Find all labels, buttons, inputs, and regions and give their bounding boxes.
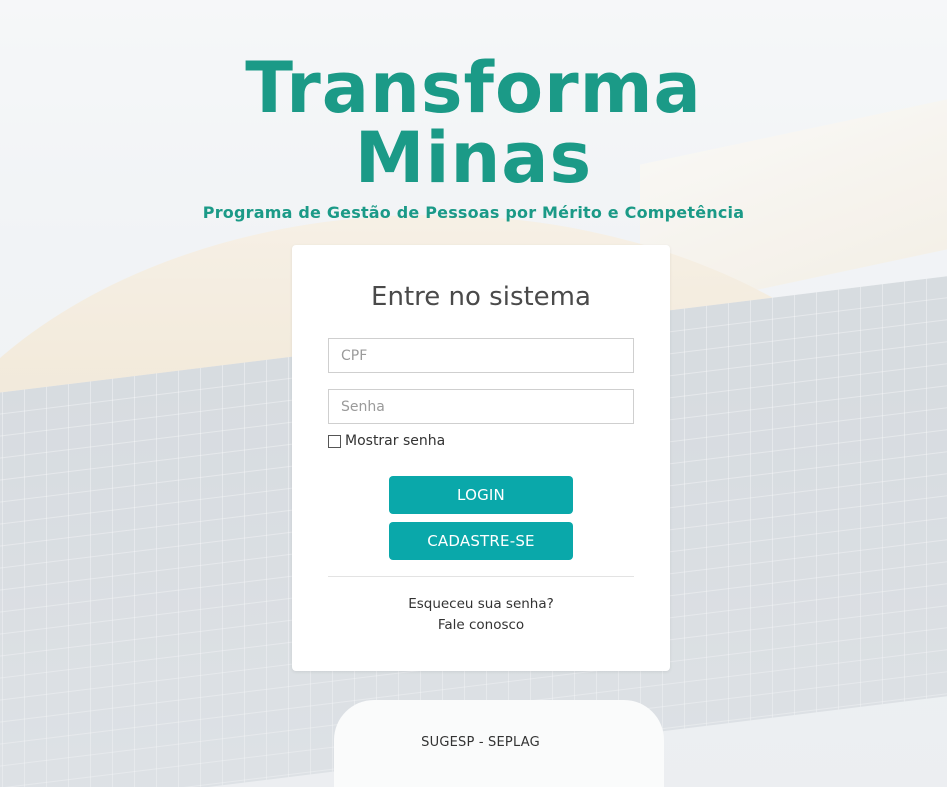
contact-link[interactable]: Fale conosco: [292, 617, 670, 633]
cpf-input[interactable]: [328, 338, 634, 373]
password-input[interactable]: [328, 389, 634, 424]
show-password-toggle[interactable]: Mostrar senha: [328, 433, 445, 449]
show-password-label: Mostrar senha: [345, 433, 446, 449]
brand-tagline: Programa de Gestão de Pessoas por Mérito…: [202, 203, 745, 222]
footer-text: SUGESP - SEPLAG: [421, 735, 540, 750]
register-button[interactable]: CADASTRE-SE: [389, 522, 573, 560]
card-divider: [328, 576, 634, 577]
show-password-checkbox[interactable]: [328, 434, 341, 448]
login-title: Entre no sistema: [371, 282, 591, 312]
brand-title-line1: Transforma: [245, 47, 702, 129]
brand-title-line2: Minas: [354, 117, 593, 199]
login-button[interactable]: LOGIN: [389, 476, 573, 514]
login-card: Entre no sistema Mostrar senha LOGIN CAD…: [292, 245, 670, 671]
forgot-password-link[interactable]: Esqueceu sua senha?: [292, 596, 670, 612]
